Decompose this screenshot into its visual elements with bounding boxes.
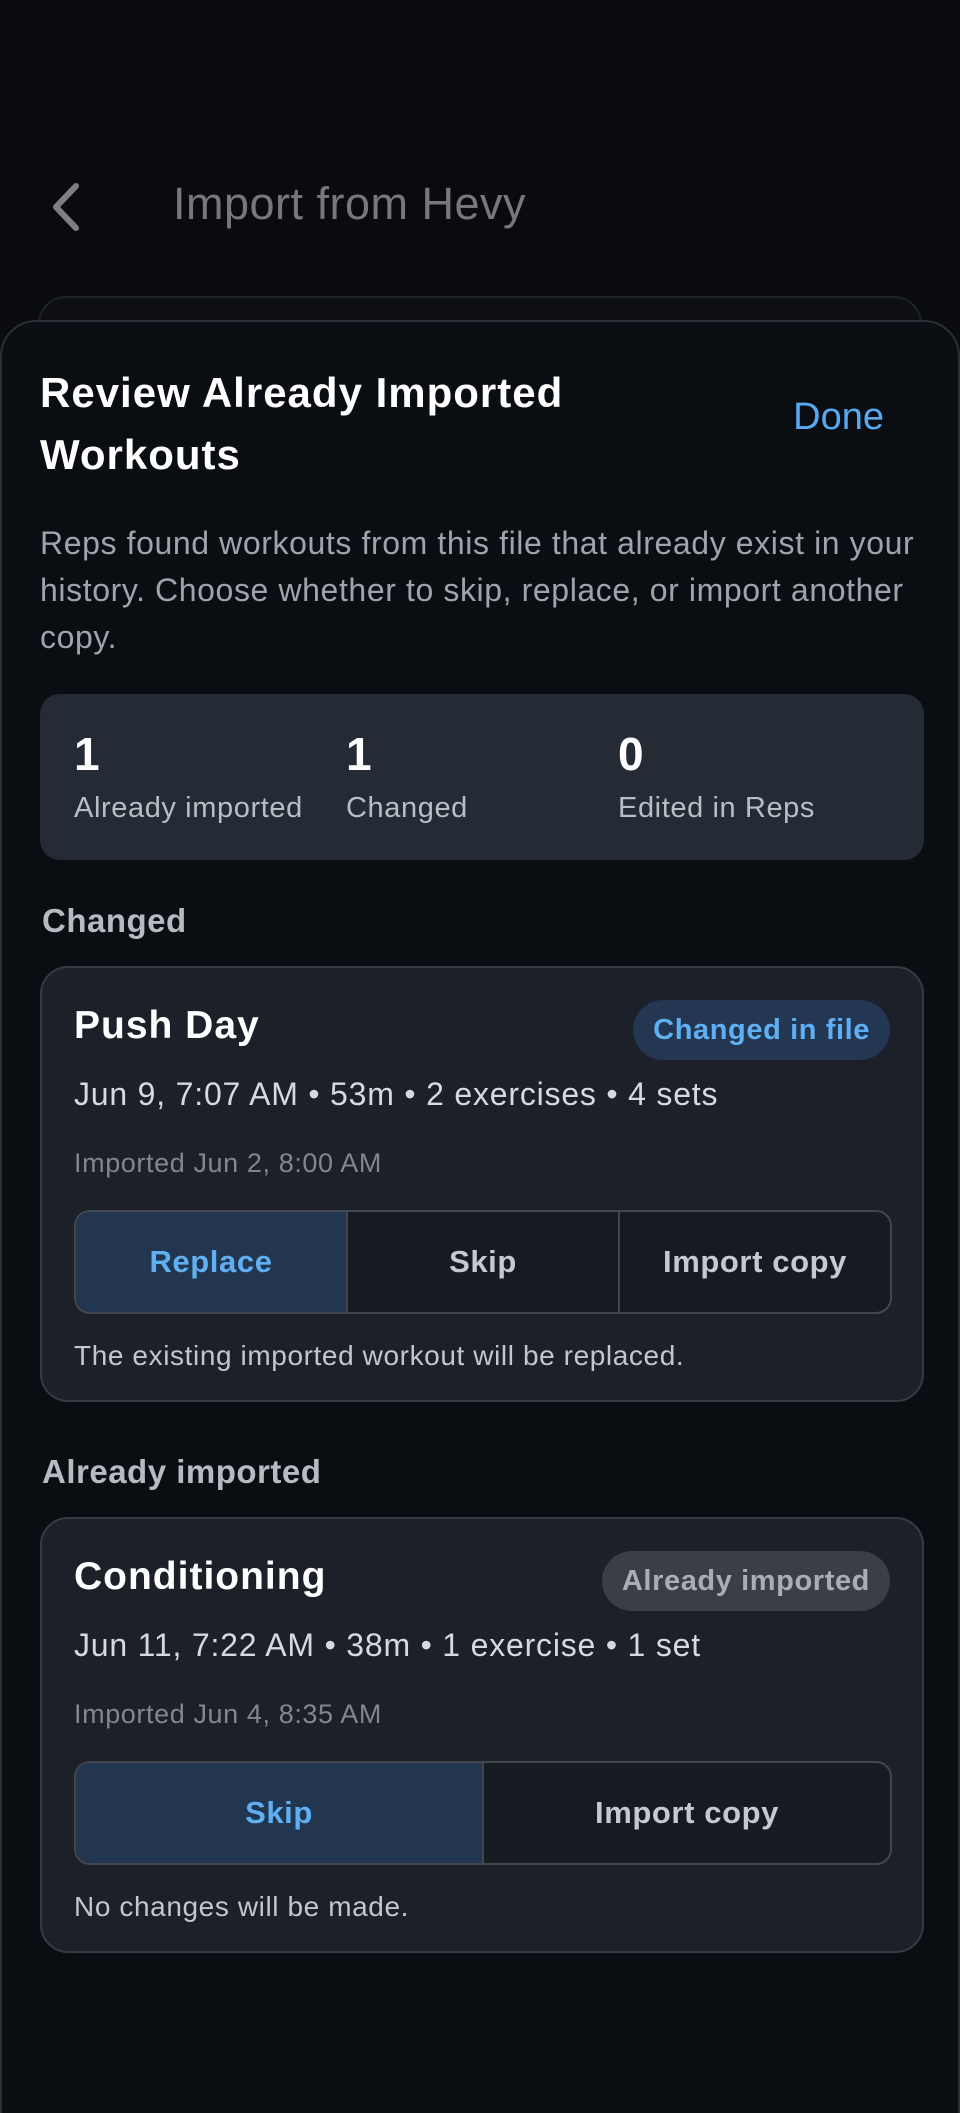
stat-value: 1 [74,728,100,780]
skip-button[interactable]: Skip [76,1763,484,1863]
back-button[interactable] [38,172,98,242]
status-badge: Already imported [601,1551,890,1611]
stat-value: 1 [346,728,372,780]
workout-card-conditioning: Conditioning Already imported Jun 11, 7:… [40,1517,924,1953]
replace-button[interactable]: Replace [76,1212,348,1312]
summary-panel: 1 Already imported 1 Changed 0 Edited in… [40,694,924,860]
stat-already-imported: 1 Already imported [74,726,303,825]
action-hint: No changes will be made. [74,1891,410,1922]
workout-meta: Jun 9, 7:07 AM • 53m • 2 exercises • 4 s… [74,1076,719,1112]
imported-date: Imported Jun 2, 8:00 AM [74,1148,382,1178]
stat-edited-in-reps: 0 Edited in Reps [618,726,815,825]
review-sheet: Review Already Imported Workouts Done Re… [0,320,960,2113]
section-label-changed: Changed [42,902,187,939]
workout-card-push-day: Push Day Changed in file Jun 9, 7:07 AM … [40,966,924,1402]
app-header: Import from Hevy [0,0,960,300]
stat-value: 0 [618,728,644,780]
sheet-description: Reps found workouts from this file that … [40,525,915,655]
sheet-title: Review Already Imported Workouts [40,369,564,478]
page-title: Import from Hevy [173,178,527,229]
workout-name: Conditioning [74,1555,327,1598]
chevron-left-icon [53,183,79,231]
stat-label: Changed [346,792,468,824]
imported-date: Imported Jun 4, 8:35 AM [74,1699,382,1729]
action-segmented-control: Replace Skip Import copy [74,1210,892,1314]
action-segmented-control: Skip Import copy [74,1761,892,1865]
stat-label: Already imported [74,792,303,824]
status-badge: Changed in file [633,1000,890,1060]
stat-changed: 1 Changed [346,726,468,825]
skip-button[interactable]: Skip [348,1212,620,1312]
screen: Import from Hevy Review Already Imported… [0,0,960,2113]
workout-name: Push Day [74,1004,260,1047]
done-button[interactable]: Done [793,396,884,439]
workout-meta: Jun 11, 7:22 AM • 38m • 1 exercise • 1 s… [74,1627,701,1663]
section-label-already-imported: Already imported [42,1453,322,1490]
import-copy-button[interactable]: Import copy [484,1763,890,1863]
stat-label: Edited in Reps [618,792,816,824]
action-hint: The existing imported workout will be re… [74,1340,685,1371]
import-copy-button[interactable]: Import copy [620,1212,890,1312]
